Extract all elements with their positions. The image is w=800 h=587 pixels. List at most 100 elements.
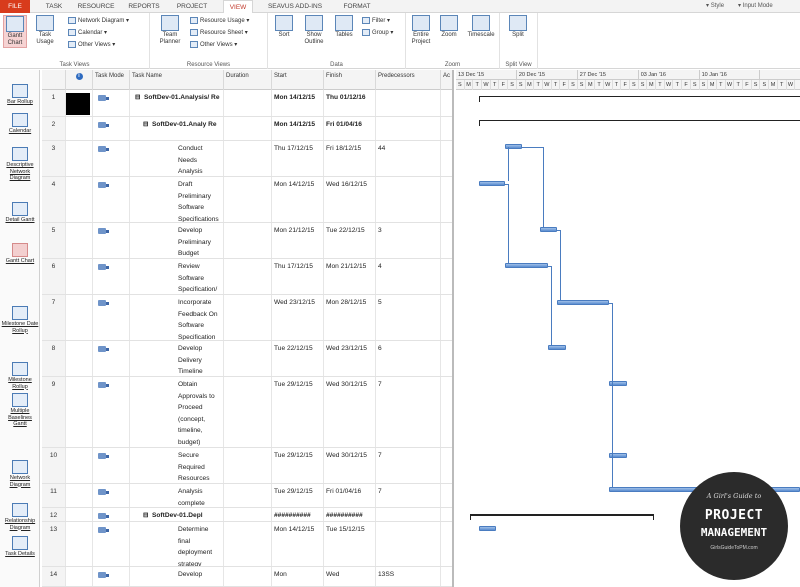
- task-name-cell[interactable]: Secure Required Resources: [130, 448, 224, 483]
- table-row[interactable]: 1 ⊟ SoftDev-01.Analysis/ Re Mon 14/12/15 Thu…: [42, 90, 452, 117]
- resource-sheet-button[interactable]: Resource Sheet ▾: [190, 28, 248, 38]
- predecessors-cell[interactable]: 4: [376, 259, 441, 294]
- task-mode-cell[interactable]: [93, 377, 130, 447]
- tab-resource[interactable]: RESOURCE: [75, 0, 117, 13]
- predecessors-cell[interactable]: [376, 90, 441, 116]
- finish-cell[interactable]: Tue 22/12/15: [324, 223, 376, 258]
- duration-cell[interactable]: [224, 223, 272, 258]
- tab-task[interactable]: TASK: [40, 0, 68, 13]
- task-mode-cell[interactable]: [93, 567, 130, 586]
- table-row[interactable]: 14 Develop Mon Wed 13SS: [42, 567, 452, 587]
- task-bar[interactable]: [478, 181, 505, 186]
- duration-cell[interactable]: [224, 141, 272, 176]
- finish-cell[interactable]: Fri 01/04/16: [324, 484, 376, 507]
- task-name-cell[interactable]: Incorporate Feedback On Software Specifi…: [130, 295, 224, 340]
- tab-project[interactable]: PROJECT: [172, 0, 212, 13]
- duration-cell[interactable]: [224, 522, 272, 566]
- table-row[interactable]: 5 Develop Preliminary Budget Mon 21/12/15 T…: [42, 223, 452, 259]
- task-bar[interactable]: [478, 526, 497, 531]
- view-milestone-rollup[interactable]: Milestone Rollup: [1, 362, 39, 390]
- duration-cell[interactable]: [224, 295, 272, 340]
- team-planner-button[interactable]: Team Planner: [158, 15, 182, 46]
- task-mode-cell[interactable]: [93, 90, 130, 116]
- finish-cell[interactable]: Wed 30/12/15: [324, 448, 376, 483]
- col-task-name-header[interactable]: Task Name: [130, 70, 224, 90]
- task-bar[interactable]: [539, 227, 557, 232]
- task-bar[interactable]: [548, 345, 566, 350]
- start-cell[interactable]: Thu 17/12/15: [272, 141, 324, 176]
- task-bar[interactable]: [504, 263, 549, 268]
- finish-cell[interactable]: Wed 23/12/15: [324, 341, 376, 376]
- view-detail-gantt[interactable]: Detail Gantt: [1, 202, 39, 224]
- style-dropdown[interactable]: ▾ Style: [706, 0, 724, 13]
- view-gantt-chart[interactable]: Gantt Chart: [1, 243, 39, 265]
- start-cell[interactable]: Tue 22/12/15: [272, 341, 324, 376]
- sort-button[interactable]: Sort: [272, 15, 296, 39]
- task-mode-cell[interactable]: [93, 341, 130, 376]
- resource-usage-button[interactable]: Resource Usage ▾: [190, 16, 249, 26]
- view-baselines-gantt[interactable]: Multiple Baselines Gantt: [1, 393, 39, 428]
- duration-cell[interactable]: [224, 177, 272, 222]
- tables-button[interactable]: Tables: [332, 15, 356, 39]
- duration-cell[interactable]: [224, 508, 272, 521]
- view-relationship[interactable]: Relationship Diagram: [1, 503, 39, 531]
- collapse-icon[interactable]: ⊟: [143, 119, 149, 131]
- task-name-cell[interactable]: ⊟ SoftDev-01.Analysis/ Re: [130, 90, 224, 116]
- timescale-button[interactable]: Timescale: [466, 15, 496, 39]
- duration-cell[interactable]: [224, 448, 272, 483]
- task-usage-button[interactable]: Task Usage: [33, 15, 57, 46]
- predecessors-cell[interactable]: 13SS: [376, 567, 441, 586]
- show-outline-button[interactable]: Show Outline: [302, 15, 326, 46]
- col-finish-header[interactable]: Finish: [324, 70, 376, 90]
- view-milestone-date[interactable]: Milestone Date Rollup: [1, 306, 39, 334]
- table-row[interactable]: 10 Secure Required Resources Tue 29/12/15 W…: [42, 448, 452, 484]
- calendar-button[interactable]: Calendar ▾: [68, 28, 107, 38]
- split-button[interactable]: Split: [506, 15, 530, 39]
- tab-seavus-addins[interactable]: SEAVUS ADD-INS: [262, 0, 328, 13]
- table-row[interactable]: 13 Determine final deployment strategy Mon…: [42, 522, 452, 567]
- task-mode-cell[interactable]: [93, 448, 130, 483]
- entire-project-button[interactable]: Entire Project: [409, 15, 433, 46]
- start-cell[interactable]: Mon 14/12/15: [272, 117, 324, 140]
- table-row[interactable]: 3 Conduct Needs Analysis Thu 17/12/15 Fri 1…: [42, 141, 452, 177]
- view-network-diagram[interactable]: Descriptive Network Diagram: [1, 147, 39, 182]
- tab-view[interactable]: VIEW: [223, 0, 253, 13]
- table-row[interactable]: 9 Obtain Approvals to Proceed (concept, t…: [42, 377, 452, 448]
- predecessors-cell[interactable]: [376, 522, 441, 566]
- finish-cell[interactable]: Mon 21/12/15: [324, 259, 376, 294]
- task-mode-cell[interactable]: [93, 508, 130, 521]
- task-mode-cell[interactable]: [93, 259, 130, 294]
- predecessors-cell[interactable]: 7: [376, 377, 441, 447]
- start-cell[interactable]: Mon 14/12/15: [272, 177, 324, 222]
- table-row[interactable]: 11 Analysis complete Tue 29/12/15 Fri 01/04…: [42, 484, 452, 508]
- task-name-cell[interactable]: Conduct Needs Analysis: [130, 141, 224, 176]
- col-duration-header[interactable]: Duration: [224, 70, 272, 90]
- col-task-mode-header[interactable]: Task Mode: [93, 70, 130, 90]
- start-cell[interactable]: Tue 29/12/15: [272, 377, 324, 447]
- zoom-button[interactable]: Zoom: [437, 15, 461, 39]
- start-cell[interactable]: ##########: [272, 508, 324, 521]
- table-row[interactable]: 12 ⊟ SoftDev-01.Depl ########## ##########: [42, 508, 452, 522]
- tab-reports[interactable]: REPORTS: [125, 0, 163, 13]
- start-cell[interactable]: Wed 23/12/15: [272, 295, 324, 340]
- predecessors-cell[interactable]: 44: [376, 141, 441, 176]
- predecessors-cell[interactable]: [376, 177, 441, 222]
- finish-cell[interactable]: Wed 16/12/15: [324, 177, 376, 222]
- col-start-header[interactable]: Start: [272, 70, 324, 90]
- predecessors-cell[interactable]: 7: [376, 484, 441, 507]
- task-mode-cell[interactable]: [93, 223, 130, 258]
- tab-format[interactable]: FORMAT: [337, 0, 377, 13]
- col-predecessors-header[interactable]: Predecessors: [376, 70, 441, 90]
- predecessors-cell[interactable]: 5: [376, 295, 441, 340]
- task-name-cell[interactable]: ⊟ SoftDev-01.Depl: [130, 508, 224, 521]
- task-name-cell[interactable]: Develop Preliminary Budget: [130, 223, 224, 258]
- start-cell[interactable]: Tue 29/12/15: [272, 448, 324, 483]
- view-bar-rollup[interactable]: Bar Rollup: [1, 84, 39, 106]
- start-cell[interactable]: Mon: [272, 567, 324, 586]
- table-row[interactable]: 8 Develop Delivery Timeline Tue 22/12/15 We…: [42, 341, 452, 377]
- start-cell[interactable]: Tue 29/12/15: [272, 484, 324, 507]
- start-cell[interactable]: Mon 21/12/15: [272, 223, 324, 258]
- predecessors-cell[interactable]: 3: [376, 223, 441, 258]
- finish-cell[interactable]: Mon 28/12/15: [324, 295, 376, 340]
- duration-cell[interactable]: [224, 259, 272, 294]
